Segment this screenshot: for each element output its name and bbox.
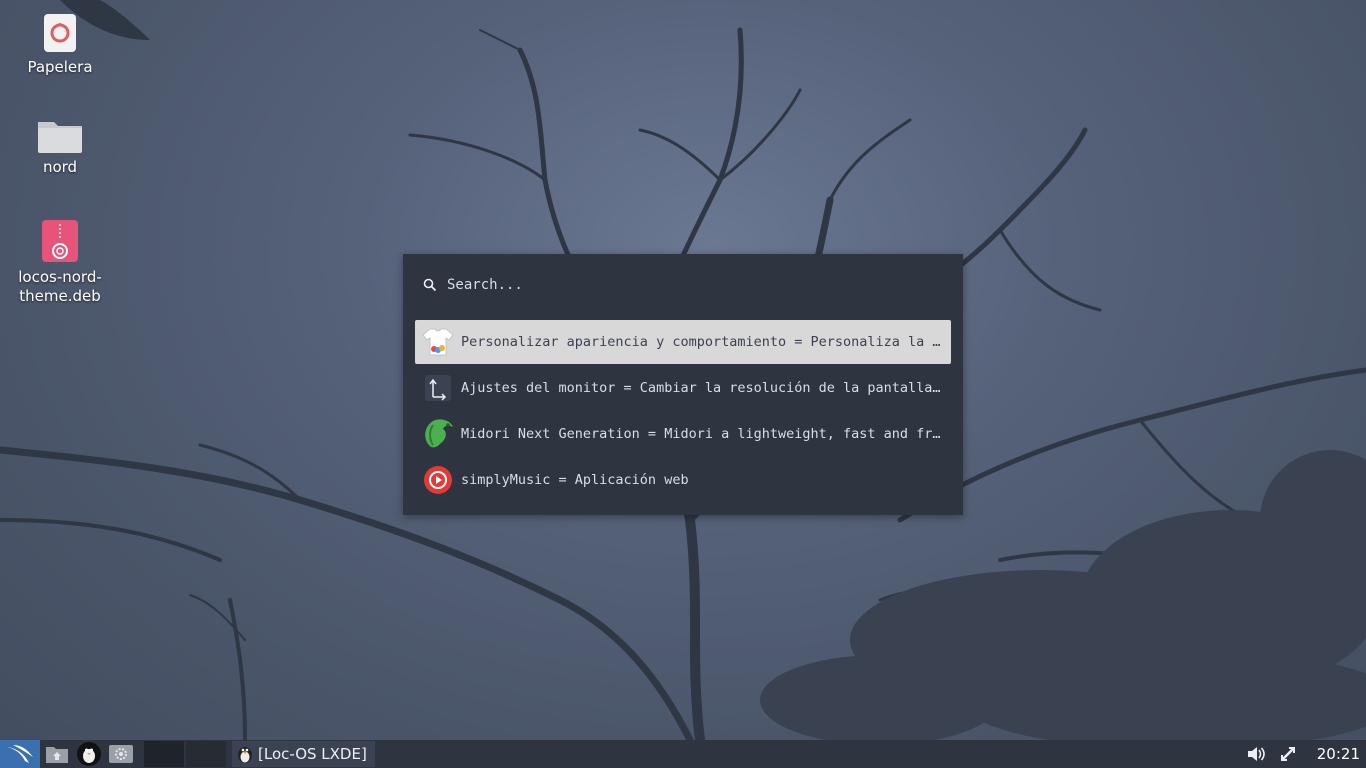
desktop-icon-label-line2: theme.deb [19,287,101,305]
taskbar: [Loc-OS LXDE] 20:21 [0,740,1366,768]
desktop-icon-label: nord [42,158,78,176]
home-folder-icon [46,747,68,763]
trash-icon [44,14,76,52]
bird-logo-icon [7,745,33,763]
desktop-pager-1[interactable] [144,741,184,767]
monitor-settings-icon [421,371,455,405]
taskbar-window-title: [Loc-OS LXDE] [258,745,367,763]
results-list: Personalizar apariencia y comportamiento… [415,320,951,504]
network-icon [1280,747,1295,761]
desktop-icon-trash[interactable]: Papelera [0,12,120,77]
tux-icon [77,742,101,766]
result-item-midori[interactable]: Midori Next Generation = Midori a lightw… [415,412,951,456]
appearance-icon [421,325,455,359]
volume-button[interactable] [1241,740,1271,768]
taskbar-window-button[interactable]: [Loc-OS LXDE] [232,741,375,767]
desktop-icon-label: Papelera [27,58,93,76]
midori-icon [421,417,455,451]
result-label: Ajustes del monitor = Cambiar la resoluc… [461,380,945,396]
music-play-icon [421,463,455,497]
desktop-pager-2[interactable] [186,741,226,767]
terminal-launcher-button[interactable] [74,740,104,768]
result-label: Personalizar apariencia y comportamiento… [461,334,945,350]
search-icon [423,278,437,292]
network-button[interactable] [1273,740,1303,768]
desktop-icon-deb-package[interactable]: locos-nord- theme.deb [0,220,120,306]
settings-icon [109,745,133,763]
volume-icon [1247,747,1265,761]
package-icon [42,220,78,262]
clock[interactable]: 20:21 [1317,745,1360,763]
search-input[interactable]: Search... [447,277,523,293]
result-item-monitor-settings[interactable]: Ajustes del monitor = Cambiar la resoluc… [415,366,951,410]
start-menu-button[interactable] [0,740,40,768]
result-item-appearance[interactable]: Personalizar apariencia y comportamiento… [415,320,951,364]
file-manager-button[interactable] [42,740,72,768]
desktop-icon-folder-nord[interactable]: nord [0,118,120,177]
result-item-simplymusic[interactable]: simplyMusic = Aplicación web [415,458,951,502]
result-label: simplyMusic = Aplicación web [461,472,689,488]
app-launcher: Search... Personalizar apariencia y comp… [403,254,963,515]
folder-icon [38,122,82,153]
tux-icon [238,747,252,763]
desktop-icon-label-line1: locos-nord- [18,268,102,286]
search-bar[interactable]: Search... [423,272,523,298]
system-tray: 20:21 [1239,740,1366,768]
result-label: Midori Next Generation = Midori a lightw… [461,426,945,442]
settings-launcher-button[interactable] [106,740,136,768]
